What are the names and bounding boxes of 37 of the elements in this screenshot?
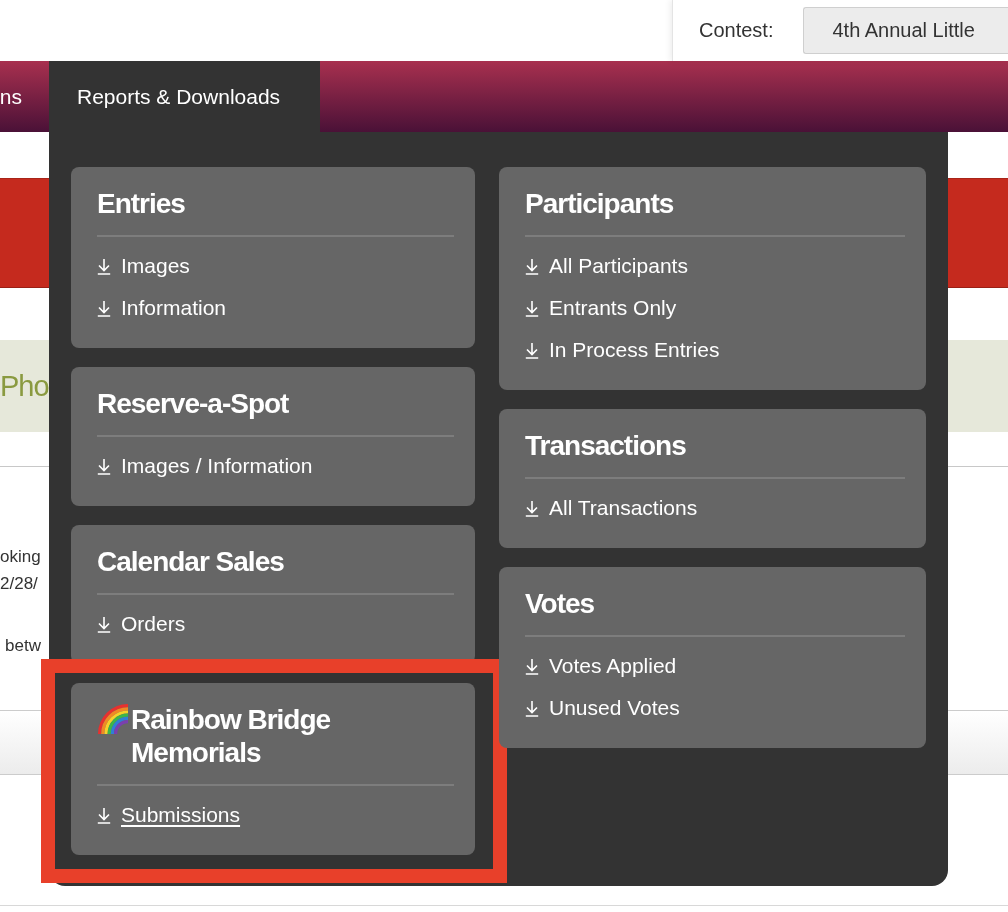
- section-title: Participants: [525, 187, 674, 220]
- download-link[interactable]: All Transactions: [525, 495, 698, 521]
- download-icon: [97, 615, 111, 633]
- download-icon: [97, 806, 111, 824]
- download-link[interactable]: All Participants: [525, 253, 688, 279]
- download-link[interactable]: Votes Applied: [525, 653, 677, 679]
- download-icon: [525, 341, 539, 359]
- section-title: Votes: [525, 587, 595, 620]
- download-icon: [97, 257, 111, 275]
- download-link[interactable]: Images: [97, 253, 190, 279]
- download-icon: [97, 299, 111, 317]
- download-link[interactable]: Unused Votes: [525, 695, 680, 721]
- contest-label: Contest:: [699, 19, 774, 42]
- heading-text: Pho: [0, 368, 49, 404]
- nav-tab[interactable]: ns: [0, 61, 49, 132]
- download-link[interactable]: Images / Information: [97, 453, 313, 479]
- download-icon: [525, 499, 539, 517]
- download-icon: [525, 299, 539, 317]
- body-text: oking: [0, 547, 41, 567]
- section-title: Transactions: [525, 429, 686, 462]
- download-link[interactable]: Information: [97, 295, 227, 321]
- contest-select[interactable]: 4th Annual Little: [803, 7, 1008, 54]
- body-text: betw: [5, 636, 41, 656]
- download-icon: [525, 257, 539, 275]
- download-icon: [97, 457, 111, 475]
- download-link[interactable]: Submissions: [97, 802, 241, 828]
- section-title: Reserve-a-Spot: [97, 387, 289, 420]
- download-link[interactable]: Orders: [97, 611, 186, 637]
- section-title: Entries: [97, 187, 185, 220]
- download-icon: [525, 699, 539, 717]
- section-title: Calendar Sales: [97, 545, 284, 578]
- download-icon: [525, 657, 539, 675]
- download-link[interactable]: In Process Entries: [525, 337, 720, 363]
- nav-tab[interactable]: Reports & Downloads: [49, 61, 321, 132]
- section-title: Rainbow Bridge Memorials: [131, 703, 332, 769]
- body-text: 2/28/: [0, 574, 38, 594]
- download-link[interactable]: Entrants Only: [525, 295, 677, 321]
